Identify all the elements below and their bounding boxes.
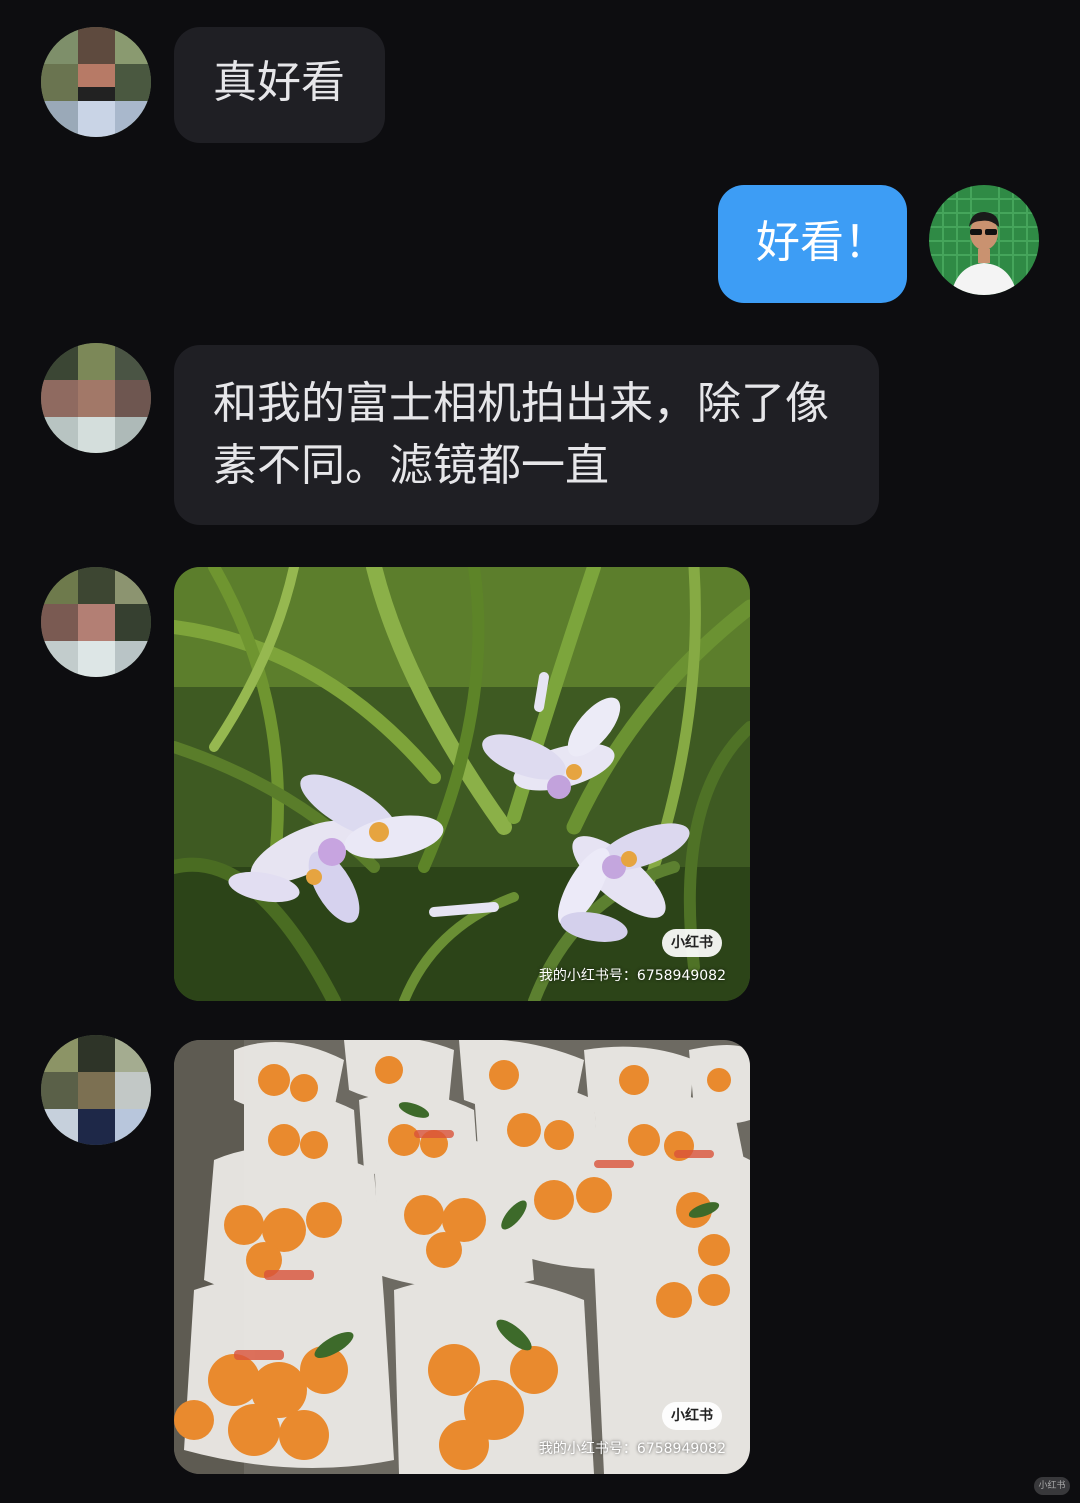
message-bubble-outgoing[interactable]: 好看！ (718, 185, 907, 303)
xiaohongshu-corner-logo: 小红书 (1034, 1477, 1070, 1495)
image-message-flowers[interactable]: 小红书 我的小红书号：6758949082 (174, 567, 750, 1001)
contact-avatar[interactable] (41, 1035, 151, 1145)
message-text-line: 和我的富士相机拍出来，除了像 (213, 378, 829, 429)
xiaohongshu-badge: 小红书 (662, 1402, 722, 1430)
image-message-oranges[interactable]: 小红书 我的小红书号：6758949082 (174, 1040, 750, 1474)
contact-avatar[interactable] (41, 343, 151, 453)
message-text-line: 素不同。滤镜都一直 (213, 440, 609, 491)
watermark-text: 我的小红书号：6758949082 (538, 968, 726, 984)
my-avatar[interactable] (929, 185, 1039, 295)
message-bubble[interactable]: 真好看 (174, 27, 385, 143)
contact-avatar[interactable] (41, 27, 151, 137)
message-text: 真好看 (213, 57, 345, 108)
xiaohongshu-badge: 小红书 (662, 929, 722, 957)
message-bubble[interactable]: 和我的富士相机拍出来，除了像 素不同。滤镜都一直 (174, 345, 879, 525)
watermark-text: 我的小红书号：6758949082 (538, 1441, 726, 1457)
contact-avatar[interactable] (41, 567, 151, 677)
message-text: 好看！ (756, 217, 888, 268)
